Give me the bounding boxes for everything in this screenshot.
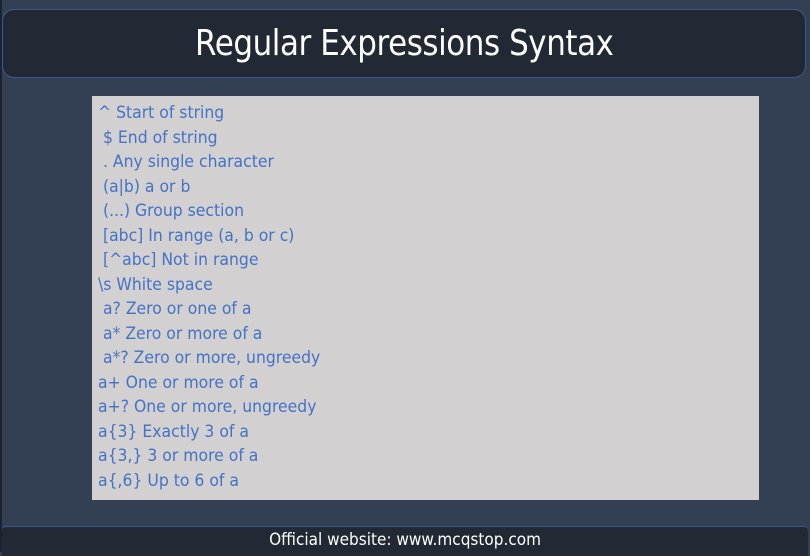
syntax-item: [^abc] Not in range [98, 250, 259, 270]
syntax-content-box: ^ Start of string $ End of string . Any … [92, 96, 759, 500]
syntax-item: a{3} Exactly 3 of a [98, 421, 249, 442]
syntax-item: a+? One or more, ungreedy [98, 397, 317, 417]
syntax-item: a+ One or more of a [98, 372, 259, 393]
syntax-item: a* Zero or more of a [98, 323, 263, 344]
syntax-list: ^ Start of string $ End of string . Any … [98, 101, 759, 493]
syntax-item: a*? Zero or more, ungreedy [98, 348, 321, 368]
title-bar: Regular Expressions Syntax [2, 9, 806, 78]
syntax-item: (a|b) a or b [98, 176, 191, 197]
syntax-item: a{,6} Up to 6 of a [98, 470, 239, 491]
syntax-item: [abc] In range (a, b or c) [98, 225, 295, 246]
syntax-item: ^ Start of string [98, 103, 225, 123]
syntax-item: . Any single character [98, 152, 274, 172]
syntax-item: $ End of string [98, 127, 218, 148]
syntax-item: \s White space [98, 274, 213, 295]
page-title: Regular Expressions Syntax [194, 23, 614, 64]
footer-website-text: Official website: www.mcqstop.com [269, 530, 541, 550]
syntax-item: (...) Group section [98, 201, 244, 221]
syntax-item: a? Zero or one of a [98, 299, 252, 319]
left-edge-border [0, 0, 2, 552]
syntax-item: a{3,} 3 or more of a [98, 446, 259, 466]
